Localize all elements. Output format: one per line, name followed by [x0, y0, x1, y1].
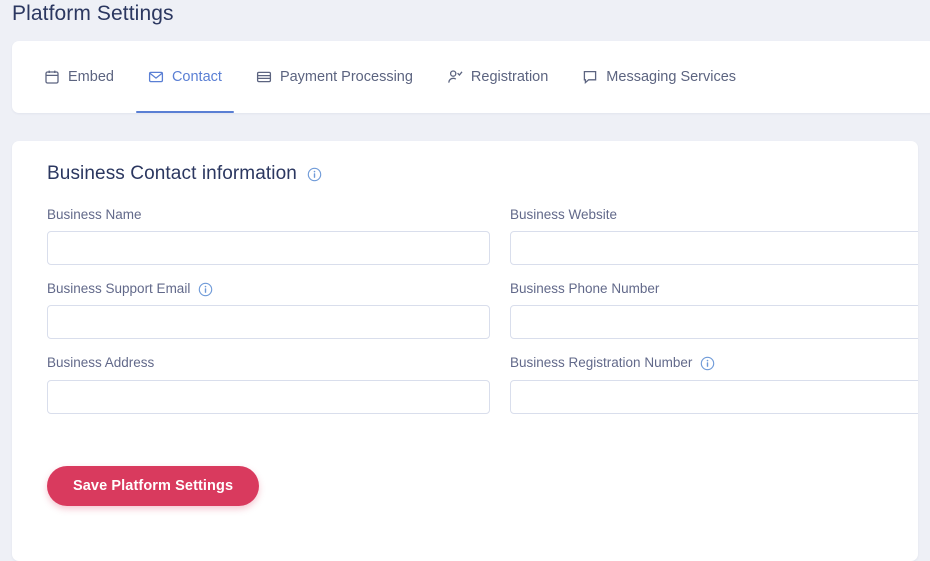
- field-label-wrapper: Business Address: [47, 355, 490, 371]
- field-label: Business Address: [47, 355, 155, 371]
- field-label: Business Phone Number: [510, 281, 660, 297]
- active-tab-underline: [135, 111, 234, 113]
- field-label-wrapper: Business Name: [47, 207, 490, 223]
- tab-embed[interactable]: Embed: [32, 41, 126, 113]
- contact-fields-grid: Business Name Business Website Business …: [36, 207, 918, 430]
- tab-registration[interactable]: Registration: [435, 41, 560, 113]
- field-label: Business Website: [510, 207, 618, 222]
- form-actions: Save Platform Settings: [36, 465, 894, 506]
- section-title: Business Contact information: [47, 163, 297, 184]
- business-website-input[interactable]: [510, 231, 918, 266]
- field-label: Business Support Email: [47, 281, 191, 297]
- field-label-wrapper: Business Registration Number: [510, 355, 918, 371]
- field-label: Business Name: [47, 207, 142, 222]
- save-platform-settings-button[interactable]: Save Platform Settings: [47, 465, 260, 506]
- business-address-input[interactable]: [47, 379, 490, 414]
- info-icon[interactable]: [307, 167, 322, 182]
- page-title: Platform Settings: [12, 2, 174, 25]
- section-heading: Business Contact information: [47, 163, 894, 185]
- field-business-registration-number: Business Registration Number: [510, 355, 918, 414]
- field-label-wrapper: Business Website: [510, 207, 918, 223]
- field-business-support-email: Business Support Email: [47, 281, 490, 340]
- calendar-icon: [44, 69, 60, 85]
- business-phone-number-input[interactable]: [510, 305, 918, 340]
- info-icon[interactable]: [700, 356, 715, 371]
- business-support-email-input[interactable]: [47, 305, 490, 340]
- credit-card-icon: [256, 69, 272, 85]
- speech-bubble-icon: [582, 69, 598, 85]
- platform-settings-page: Platform Settings Embed Contact Payment …: [0, 0, 930, 561]
- field-business-website: Business Website: [510, 207, 918, 266]
- tab-label: Embed: [68, 68, 114, 85]
- business-name-input[interactable]: [47, 231, 490, 266]
- tab-payment-processing[interactable]: Payment Processing: [244, 41, 425, 113]
- tab-contact[interactable]: Contact: [135, 41, 234, 113]
- tab-messaging-services[interactable]: Messaging Services: [570, 41, 748, 113]
- tab-label: Messaging Services: [606, 68, 737, 85]
- tabs-card: Embed Contact Payment Processing Registr…: [12, 41, 930, 113]
- field-business-address: Business Address: [47, 355, 490, 414]
- field-label: Business Registration Number: [510, 355, 693, 371]
- field-business-phone-number: Business Phone Number: [510, 281, 918, 340]
- business-contact-card: Business Contact information Business Na…: [12, 141, 918, 561]
- user-check-icon: [447, 69, 463, 85]
- field-label-wrapper: Business Phone Number: [510, 281, 918, 297]
- tab-bar: Embed Contact Payment Processing Registr…: [12, 41, 930, 113]
- envelope-icon: [148, 69, 164, 85]
- field-label-wrapper: Business Support Email: [47, 281, 490, 297]
- tab-label: Registration: [470, 68, 549, 85]
- field-business-name: Business Name: [47, 207, 490, 266]
- tab-label: Contact: [171, 68, 222, 85]
- business-registration-number-input[interactable]: [510, 379, 918, 414]
- tab-label: Payment Processing: [279, 68, 413, 85]
- info-icon[interactable]: [198, 282, 213, 297]
